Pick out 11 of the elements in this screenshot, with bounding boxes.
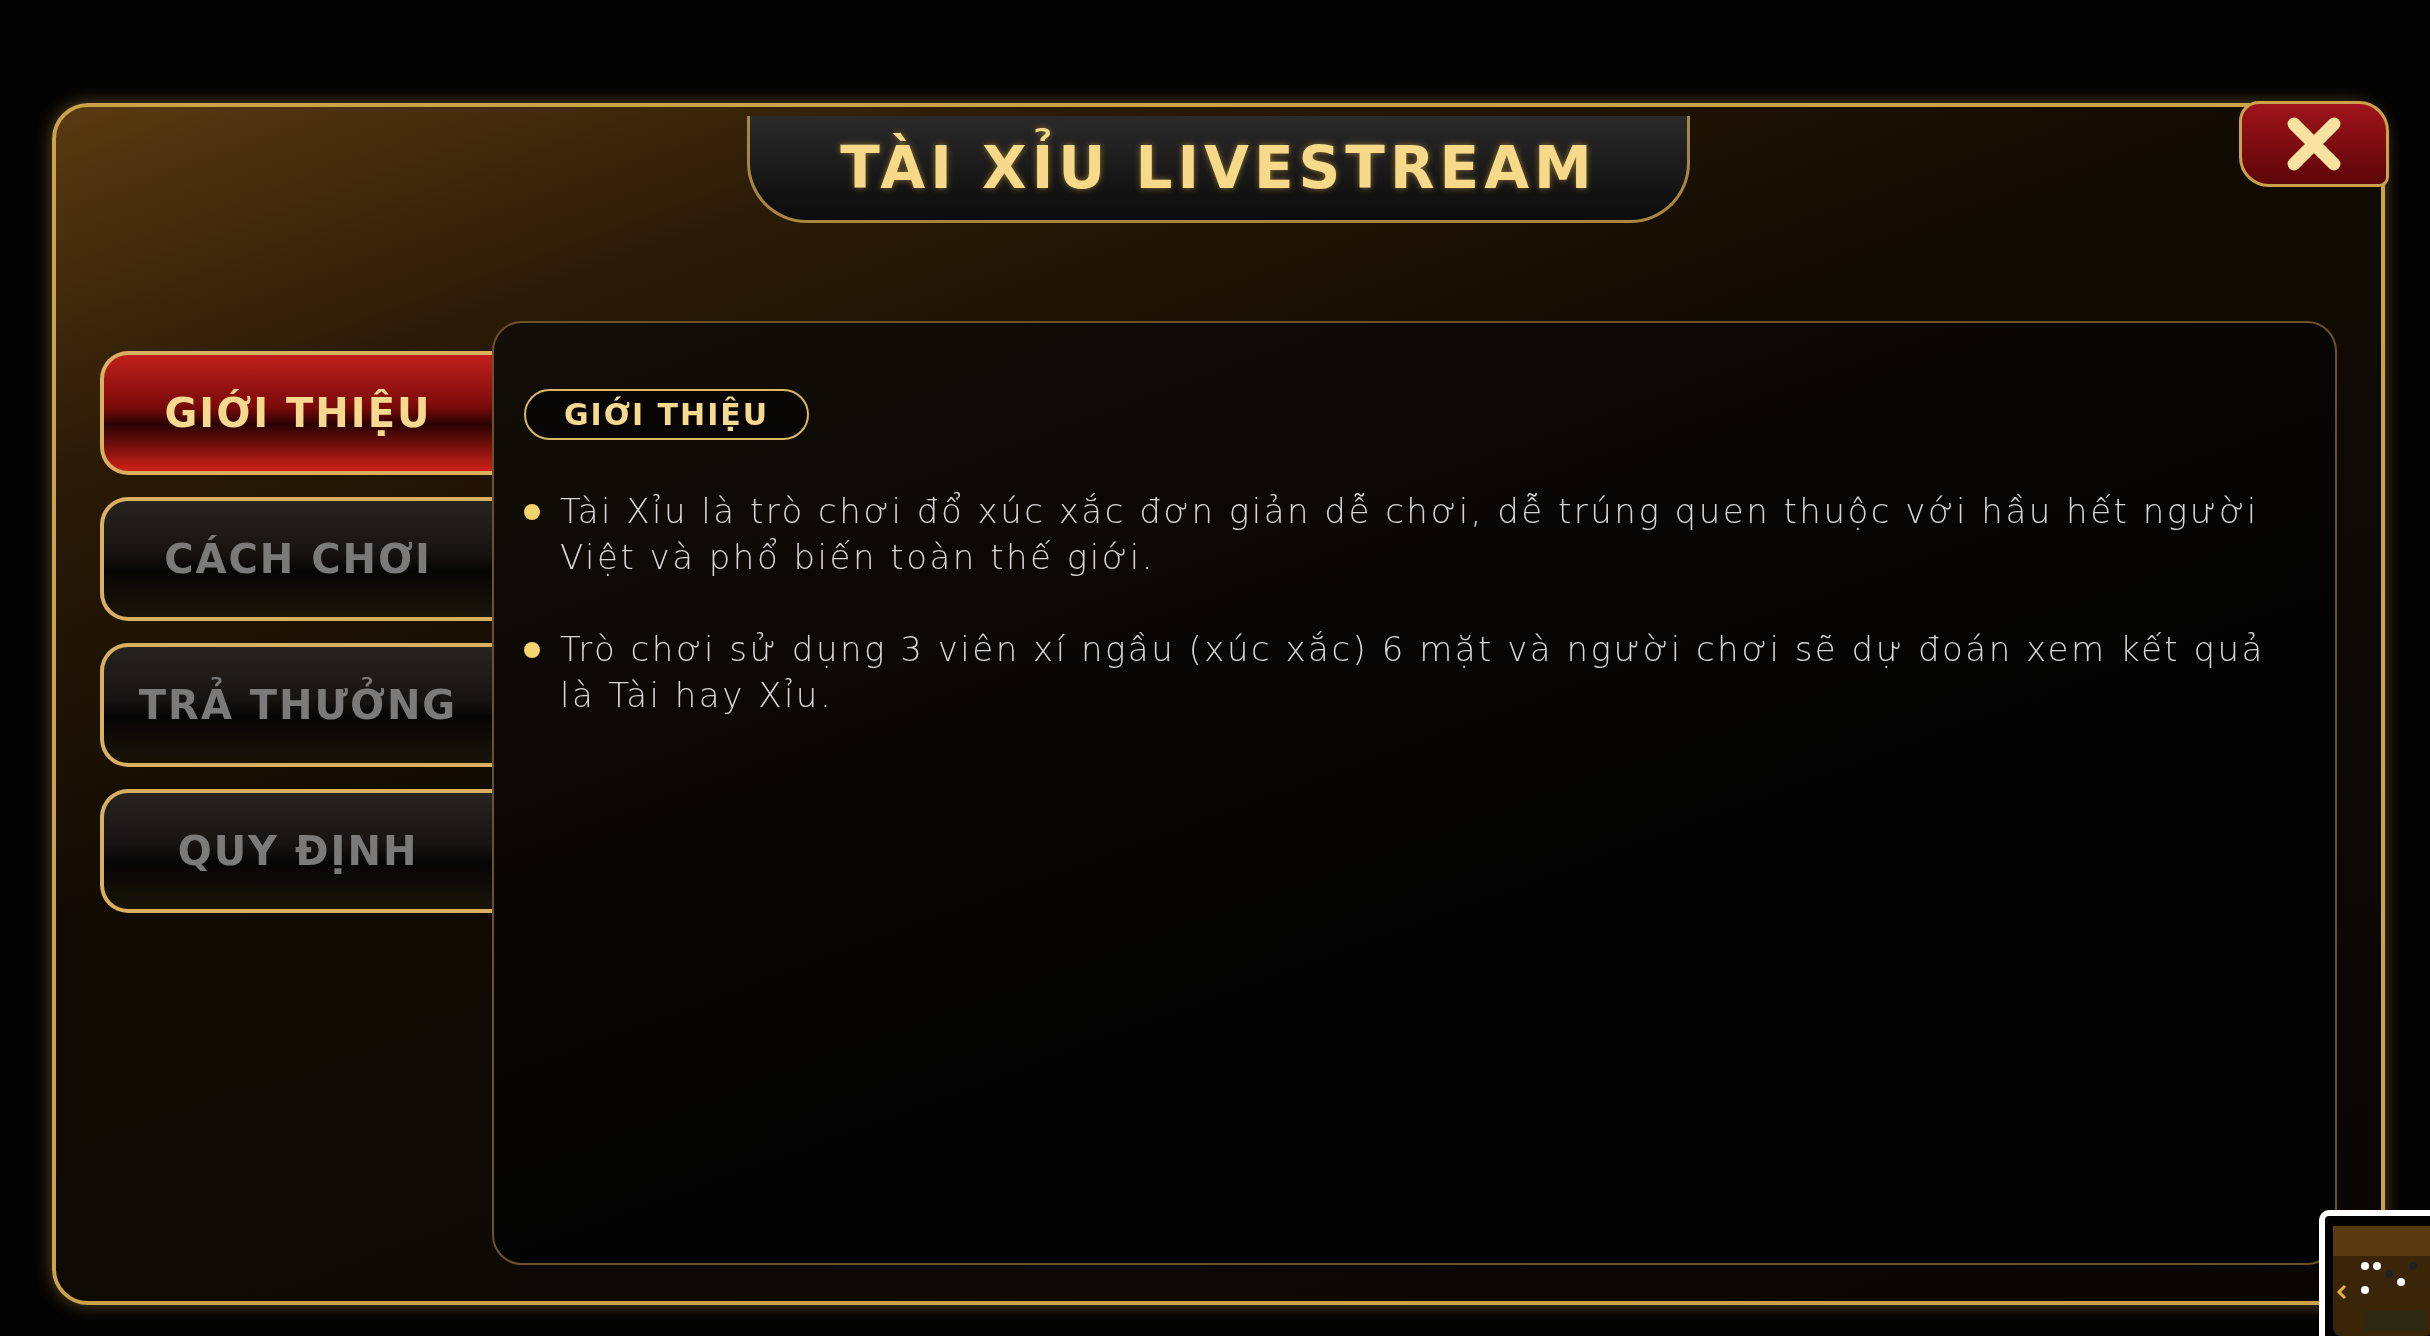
menu-tab[interactable]: CÁCH CHƠI — [100, 497, 492, 621]
paragraph: Trò chơi sử dụng 3 viên xí ngầu (xúc xắc) 6 mặt và người chơi sẽ dự đoán xem kết quả là Tài hay Xỉu. — [560, 628, 2266, 717]
menu-tab[interactable]: TRẢ THƯỞNG — [100, 643, 492, 767]
menu-tab[interactable]: QUY ĐỊNH — [100, 789, 492, 913]
menu-tab[interactable]: GIỚI THIỆU — [100, 351, 492, 475]
section-heading: GIỚI THIỆU — [524, 389, 810, 440]
bullet-icon — [524, 504, 540, 520]
paragraph: Tài Xỉu là trò chơi đổ xúc xắc đơn giản dễ chơi, dễ trúng quen thuộc với hầu hết người Việt và phổ biến toàn thế giới. — [560, 490, 2260, 579]
close-button[interactable] — [2239, 101, 2389, 187]
bullet-icon — [524, 642, 540, 658]
dialog-title: TÀI XỈU LIVESTREAM — [747, 115, 1690, 223]
